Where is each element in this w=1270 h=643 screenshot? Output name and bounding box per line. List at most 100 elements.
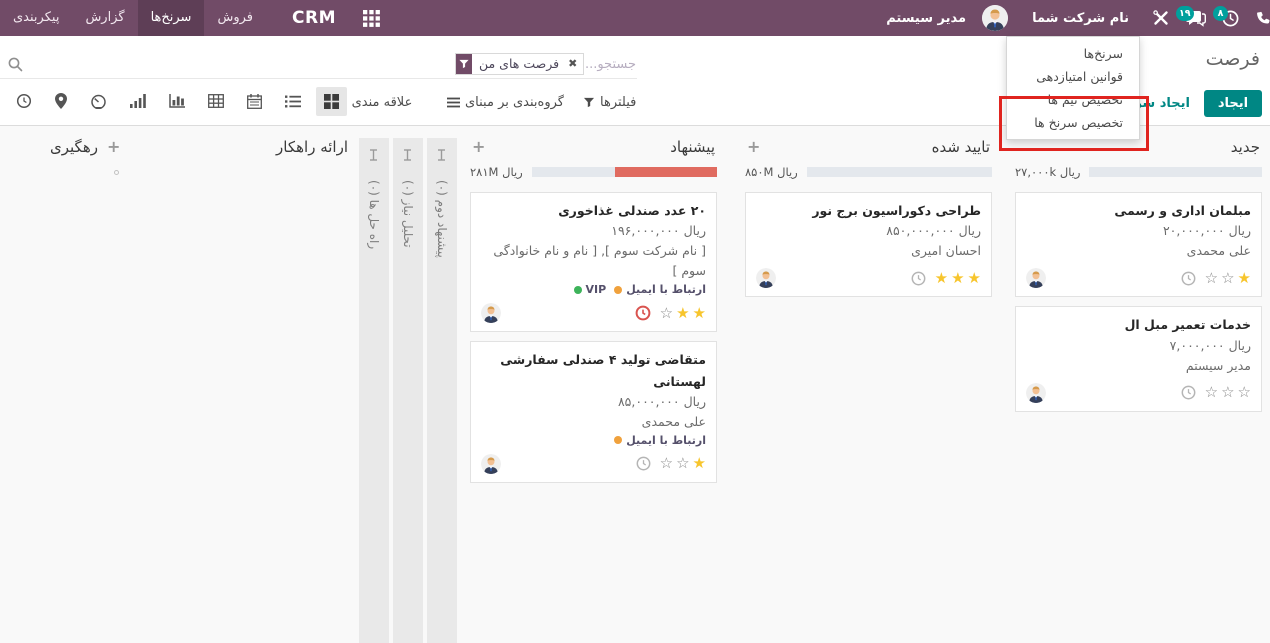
activity-clock-icon[interactable] (911, 271, 926, 286)
priority-stars[interactable]: ☆☆★ (660, 456, 706, 471)
view-pivot-icon[interactable] (200, 87, 232, 115)
unfold-icon (403, 146, 412, 165)
search-facet[interactable]: فرصت های من ✖ (455, 53, 584, 75)
view-cohort-icon[interactable] (122, 87, 154, 115)
company-name[interactable]: نام شرکت شما (1032, 11, 1129, 26)
unfold-icon (369, 146, 378, 165)
filters-label: فیلترها (600, 95, 636, 110)
favorites-label: علاقه مندی ها (337, 95, 413, 110)
column-title[interactable]: تایید شده (932, 138, 990, 156)
salesperson-avatar[interactable] (756, 268, 776, 288)
filters-button[interactable]: فیلترها (583, 95, 636, 110)
menu-sales[interactable]: فروش (204, 0, 266, 36)
view-graph-icon[interactable] (161, 87, 193, 115)
column-progressbar[interactable] (1089, 167, 1262, 177)
salesperson-avatar[interactable] (481, 303, 501, 323)
folded-column-label: تحلیل نیاز (۰) (401, 180, 415, 248)
tag-dot (614, 436, 622, 444)
kanban-card[interactable]: مبلمان اداری و رسمی ۲۰,۰۰۰,۰۰۰ ریال علی … (1015, 192, 1262, 297)
view-map-icon[interactable] (47, 86, 75, 116)
card-title[interactable]: مبلمان اداری و رسمی (1026, 200, 1251, 221)
create-button[interactable]: ایجاد (1204, 90, 1262, 117)
messages-icon[interactable]: ۱۹ (1185, 10, 1206, 27)
salesperson-avatar[interactable] (1026, 383, 1046, 403)
add-record-icon[interactable]: + (472, 139, 485, 155)
filters-funnel-icon (583, 97, 595, 108)
priority-stars[interactable]: ☆☆☆ (1205, 385, 1251, 400)
phone-icon[interactable] (1255, 11, 1270, 26)
column-amount: ۲۷,۰۰۰k ریال (1015, 165, 1080, 179)
folded-column-label: راه حل ها (۰) (367, 180, 381, 249)
dropdown-item-team-assignment[interactable]: تخصیص تیم ها (1007, 88, 1139, 111)
search-bar[interactable]: فرصت های من ✖ (0, 52, 637, 79)
top-navbar: CRM فروش سرنخ‌ها گزارش پیکربندی مدیر سیس… (0, 0, 1270, 36)
kanban-card[interactable]: خدمات تعمیر مبل ال ۷,۰۰۰,۰۰۰ ریال مدیر س… (1015, 306, 1262, 411)
kanban-card[interactable]: طراحی دکوراسیون برج نور ۸۵۰,۰۰۰,۰۰۰ ریال… (745, 192, 992, 297)
activities-badge: ۸ (1213, 6, 1228, 21)
column-progressbar[interactable] (532, 167, 717, 177)
card-title[interactable]: متقاضی تولید ۴ صندلی سفارشی لهستانی (481, 349, 706, 392)
card-amount: ۷,۰۰۰,۰۰۰ ریال (1170, 338, 1251, 353)
card-title[interactable]: طراحی دکوراسیون برج نور (756, 200, 981, 221)
apps-grid-icon[interactable] (354, 0, 388, 36)
filter-funnel-icon (456, 54, 472, 74)
folded-column-solutions[interactable]: راه حل ها (۰) (359, 138, 389, 643)
kanban-column-proposition: پیشنهاد + ۲۸۱M ریال ۲۰ عدد صندلی غذاخوری… (470, 138, 717, 483)
tag-email-contact[interactable]: ارتباط با ایمیل (614, 434, 706, 447)
activities-icon[interactable]: ۸ (1222, 10, 1239, 27)
card-title[interactable]: خدمات تعمیر مبل ال (1026, 314, 1251, 335)
card-contact: مدیر سیستم (1026, 356, 1251, 376)
salesperson-avatar[interactable] (1026, 268, 1046, 288)
view-dashboard-icon[interactable] (82, 87, 115, 116)
column-title[interactable]: پیشنهاد (670, 138, 715, 156)
column-title[interactable]: جدید (1231, 138, 1260, 156)
activity-clock-icon-overdue[interactable] (635, 305, 651, 321)
activity-clock-icon[interactable] (1181, 385, 1196, 400)
search-input[interactable] (574, 53, 636, 75)
page-title: فرصت (1206, 48, 1260, 70)
kanban-card[interactable]: متقاضی تولید ۴ صندلی سفارشی لهستانی ۸۵,۰… (470, 341, 717, 483)
column-title[interactable]: رهگیری (50, 138, 98, 156)
card-amount: ۸۵۰,۰۰۰,۰۰۰ ریال (886, 223, 981, 238)
user-avatar[interactable] (982, 5, 1008, 31)
dropdown-item-lead-assignment[interactable]: تخصیص سرنخ ها (1007, 111, 1139, 134)
priority-stars[interactable]: ★★★ (935, 271, 981, 286)
priority-stars[interactable]: ☆☆★ (1205, 271, 1251, 286)
column-amount: ۲۸۱M ریال (470, 165, 523, 179)
card-amount: ۲۰,۰۰۰,۰۰۰ ریال (1163, 223, 1251, 238)
view-activity-icon[interactable] (8, 86, 40, 116)
activity-clock-icon[interactable] (636, 456, 651, 471)
tag-email-contact[interactable]: ارتباط با ایمیل (614, 283, 706, 296)
add-record-icon[interactable]: + (107, 139, 120, 155)
user-name[interactable]: مدیر سیستم (886, 11, 966, 26)
card-contact: احسان امیری (756, 241, 981, 261)
group-by-button[interactable]: گروه‌بندی بر مبنای (447, 95, 564, 110)
dropdown-item-leads[interactable]: سرنخ‌ها (1007, 42, 1139, 65)
activity-clock-icon[interactable] (1181, 271, 1196, 286)
menu-leads[interactable]: سرنخ‌ها (138, 0, 205, 36)
add-record-icon[interactable]: + (747, 139, 760, 155)
view-calendar-icon[interactable] (239, 87, 270, 116)
view-list-icon[interactable] (277, 88, 309, 115)
kanban-column-qualified: تایید شده + ۸۵۰M ریال طراحی دکوراسیون بر… (745, 138, 992, 297)
salesperson-avatar[interactable] (481, 454, 501, 474)
kanban-column-tracking: رهگیری (0, 138, 100, 156)
column-progressbar[interactable] (807, 167, 992, 177)
tag-vip[interactable]: VIP (574, 283, 607, 296)
systray: مدیر سیستم نام شرکت شما ۱۹ ۸ (874, 0, 1270, 36)
column-title[interactable]: ارائه راهکار (276, 138, 348, 156)
tag-dot (574, 286, 582, 294)
folded-column-second-proposal[interactable]: پیشنهاد دوم (۰) (427, 138, 457, 643)
folded-column-needs-analysis[interactable]: تحلیل نیاز (۰) (393, 138, 423, 643)
kanban-column-solution-presentation: ارائه راهکار + (105, 138, 350, 156)
developer-tools-icon[interactable] (1153, 10, 1169, 26)
kanban-card[interactable]: ۲۰ عدد صندلی غذاخوری ۱۹۶,۰۰۰,۰۰۰ ریال [ … (470, 192, 717, 332)
menu-configuration[interactable]: پیکربندی (0, 0, 72, 36)
progress-red-segment[interactable] (615, 167, 717, 177)
view-kanban-icon[interactable] (316, 87, 347, 116)
card-contact: علی محمدی (481, 412, 706, 432)
dropdown-item-scoring-rules[interactable]: قوانین امتیازدهی (1007, 65, 1139, 88)
priority-stars[interactable]: ☆★★ (660, 306, 706, 321)
card-title[interactable]: ۲۰ عدد صندلی غذاخوری (481, 200, 706, 221)
menu-reporting[interactable]: گزارش (72, 0, 137, 36)
